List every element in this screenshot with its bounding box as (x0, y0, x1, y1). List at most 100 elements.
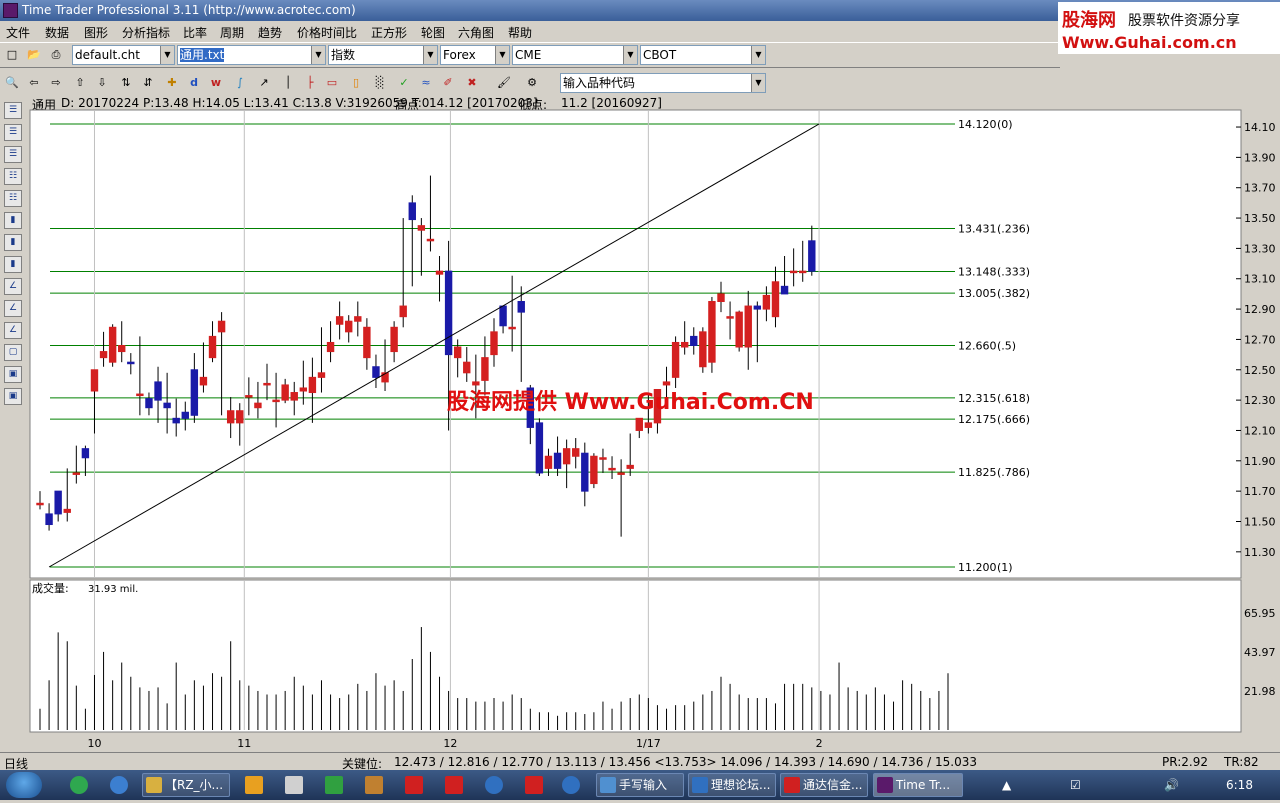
candle-body (662, 381, 671, 386)
folder-icon (146, 777, 162, 793)
candle-body (263, 382, 271, 386)
candle-body (390, 326, 398, 353)
fib-level-label: 13.148 (958, 265, 997, 278)
browser-icon[interactable] (70, 776, 88, 794)
candle-body (127, 361, 135, 365)
app-icon-7[interactable] (485, 776, 503, 794)
taskbar-item-tongdaxin[interactable]: 通达信金... (780, 773, 868, 797)
candle-body (254, 402, 262, 409)
logo-brand: 股海网 (1062, 10, 1116, 31)
candle-body (272, 399, 280, 403)
volume-panel (29, 579, 1242, 733)
candle-body (54, 490, 62, 515)
candle-body (463, 361, 471, 374)
chart-canvas[interactable]: 14.10 13.90 13.70 13.50 13.30 13.10 12.90 12.70… (0, 0, 1280, 800)
taskbar-item-folder[interactable]: 【RZ_小... (142, 773, 230, 797)
candle-body (789, 270, 798, 274)
y-tick-label: 14.10 (1244, 121, 1276, 134)
candle-body (363, 326, 371, 359)
candle-body (635, 417, 643, 431)
candle-body (562, 448, 571, 465)
browser-window-icon (692, 777, 708, 793)
app-icon-3[interactable] (325, 776, 343, 794)
candle-body (118, 345, 126, 353)
app-icon-5[interactable] (405, 776, 423, 794)
candle-body (799, 270, 807, 274)
candle-body (581, 452, 589, 492)
x-tick-label: 2 (816, 737, 823, 750)
taskbar-item-handwriting[interactable]: 手写输入 (596, 773, 684, 797)
x-tick-label: 10 (87, 737, 101, 750)
candle-body (281, 384, 289, 401)
tray-expand-icon[interactable]: ▲ (1002, 778, 1011, 792)
os-taskbar: 【RZ_小... 手写输入 理想论坛... 通达信金... Time Tr...… (0, 770, 1280, 800)
candle-body (753, 305, 762, 310)
candle-body (499, 305, 507, 327)
timetrader-icon (877, 777, 893, 793)
candle-body (190, 369, 199, 416)
app-icon-2[interactable] (285, 776, 303, 794)
status-bar: 日线 关键位: 12.473 / 12.816 / 12.770 / 13.11… (0, 752, 1280, 771)
candle-body (308, 376, 317, 394)
candle-body (735, 311, 743, 348)
ie-icon[interactable] (110, 776, 128, 794)
candle-body (299, 387, 308, 392)
fib-ratio-label: (.618) (997, 392, 1030, 405)
candle-body (290, 392, 298, 401)
candle-body (490, 331, 498, 356)
candle-body (644, 422, 653, 428)
y-tick-label: 12.10 (1244, 424, 1276, 437)
fib-ratio-label: (.666) (997, 413, 1030, 426)
volume-current: 31.93 mil. (88, 584, 138, 595)
candle-body (90, 369, 99, 392)
candle-body (744, 305, 752, 348)
key-levels-values: 12.473 / 12.816 / 12.770 / 13.113 / 13.4… (394, 755, 977, 769)
candle-body (771, 281, 780, 318)
start-button[interactable] (6, 772, 42, 798)
x-tick-label: 12 (443, 737, 457, 750)
fib-level-label: 13.431 (958, 223, 997, 236)
y-tick-label: 13.10 (1244, 273, 1276, 286)
fib-ratio-label: (.786) (997, 466, 1030, 479)
app-icon-9[interactable] (562, 776, 580, 794)
fib-ratio-label: (.5) (997, 340, 1016, 353)
y-tick-label: 13.70 (1244, 182, 1276, 195)
candle-body (199, 376, 208, 386)
candle-body (708, 301, 716, 363)
candle-body (145, 398, 153, 409)
volume-tick-label: 21.98 (1244, 685, 1276, 698)
app-icon-4[interactable] (365, 776, 383, 794)
candle-body (63, 508, 71, 513)
logo-site: Www.Guhai.com.cn (1062, 33, 1237, 52)
fib-ratio-label: (.382) (997, 287, 1030, 300)
candle-body (426, 238, 435, 242)
clock[interactable]: 6:18 (1226, 778, 1253, 792)
candle-body (335, 316, 344, 325)
candle-body (472, 381, 480, 386)
candle-body (517, 301, 525, 313)
taskbar-item-timetrader[interactable]: Time Tr... (873, 773, 963, 797)
candle-body (354, 316, 362, 322)
y-tick-label: 11.50 (1244, 515, 1276, 528)
candle-body (508, 326, 516, 330)
media-icon[interactable] (245, 776, 263, 794)
candle-body (36, 502, 44, 506)
app-icon-8[interactable] (525, 776, 543, 794)
stock-app-icon (784, 777, 800, 793)
app-icon-6[interactable] (445, 776, 463, 794)
x-tick-label: 1/17 (636, 737, 661, 750)
candle-body (726, 316, 734, 319)
candle-body (226, 410, 235, 424)
fib-level-label: 14.120 (958, 118, 997, 131)
volume-title: 成交量: (32, 581, 69, 595)
logo-slogan: 股票软件资源分享 (1128, 13, 1240, 29)
candle-body (453, 346, 462, 359)
candle-body (245, 395, 253, 398)
security-icon[interactable]: ☑ (1070, 778, 1081, 792)
taskbar-item-forum[interactable]: 理想论坛... (688, 773, 776, 797)
fib-level-label: 11.200 (958, 561, 997, 574)
volume-icon[interactable]: 🔊 (1164, 778, 1179, 792)
candle-body (236, 410, 244, 424)
candle-body (553, 452, 562, 469)
candle-body (408, 202, 416, 221)
